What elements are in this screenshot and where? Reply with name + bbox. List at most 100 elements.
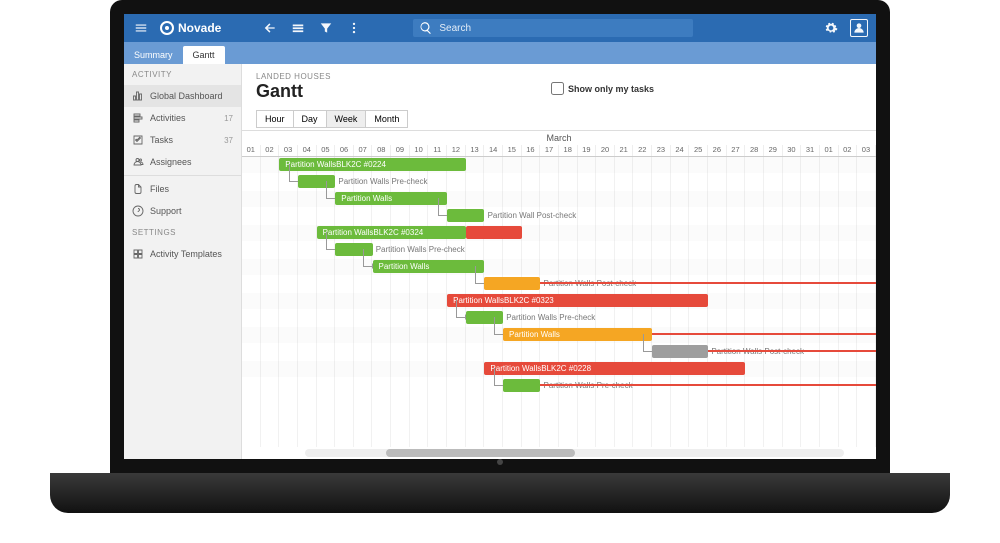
- tasks-icon: [132, 134, 144, 146]
- gantt-bar[interactable]: [503, 379, 540, 392]
- gantt-bar-label: Partition Walls Pre-check: [338, 175, 427, 188]
- day-21: 21: [615, 145, 634, 156]
- files-icon: [132, 183, 144, 195]
- stack-button[interactable]: [289, 19, 307, 37]
- brand-name: Novade: [178, 21, 221, 35]
- day-23: 23: [652, 145, 671, 156]
- show-only-my-tasks[interactable]: Show only my tasks: [551, 82, 654, 95]
- gantt-bar-label: Partition Wall Post-check: [488, 209, 577, 222]
- sidebar-item-support[interactable]: Support: [124, 200, 241, 222]
- day-11: 11: [428, 145, 447, 156]
- sidebar-section-activity: ACTIVITY: [124, 64, 241, 85]
- zoom-day[interactable]: Day: [294, 110, 327, 128]
- sidebar-divider: [124, 175, 241, 176]
- day-15: 15: [503, 145, 522, 156]
- user-icon: [852, 21, 866, 35]
- filter-button[interactable]: [317, 19, 335, 37]
- gantt-row: Partition WallsBLK2C #0224: [242, 157, 876, 173]
- day-26: 26: [708, 145, 727, 156]
- day-18: 18: [559, 145, 578, 156]
- day-03: 03: [279, 145, 298, 156]
- gantt-chart[interactable]: March 0102030405060708091011121314151617…: [242, 130, 876, 459]
- day-29: 29: [764, 145, 783, 156]
- sidebar-item-count: 17: [224, 114, 233, 123]
- sidebar-item-label: Support: [150, 206, 182, 216]
- gantt-bar[interactable]: Partition WallsBLK2C #0323: [447, 294, 708, 307]
- day-02: 02: [261, 145, 280, 156]
- gantt-bar[interactable]: Partition WallsBLK2C #0324: [317, 226, 466, 239]
- day-13: 13: [466, 145, 485, 156]
- account-button[interactable]: [850, 19, 868, 37]
- menu-button[interactable]: [132, 19, 150, 37]
- show-only-checkbox[interactable]: [551, 82, 564, 95]
- sidebar-item-label: Activity Templates: [150, 249, 222, 259]
- gantt-month-label: March: [546, 133, 571, 143]
- zoom-month[interactable]: Month: [366, 110, 408, 128]
- gantt-bar[interactable]: Partition WallsBLK2C #0228: [484, 362, 745, 375]
- overdue-line: [652, 333, 876, 335]
- gantt-bar[interactable]: [652, 345, 708, 358]
- gantt-row: Partition Wall Post-check: [242, 208, 876, 224]
- gantt-bar[interactable]: [484, 277, 540, 290]
- gantt-bar[interactable]: [466, 226, 522, 239]
- sidebar-item-label: Files: [150, 184, 169, 194]
- gantt-bar-label: Partition Walls Pre-check: [506, 311, 595, 324]
- day-04: 04: [298, 145, 317, 156]
- gantt-row: Partition Walls Pre-check: [242, 310, 876, 326]
- day-01: 01: [242, 145, 261, 156]
- zoom-week[interactable]: Week: [327, 110, 367, 128]
- tab-summary[interactable]: Summary: [124, 46, 183, 64]
- gear-icon: [824, 21, 838, 35]
- gantt-row: Partition Walls Post-check: [242, 276, 876, 292]
- support-icon: [132, 205, 144, 217]
- brand-logo[interactable]: Novade: [160, 21, 221, 35]
- zoom-hour[interactable]: Hour: [256, 110, 294, 128]
- day-22: 22: [633, 145, 652, 156]
- dashboard-icon: [132, 90, 144, 102]
- filter-icon: [319, 21, 333, 35]
- gantt-bar[interactable]: Partition Walls: [503, 328, 652, 341]
- day-31: 31: [801, 145, 820, 156]
- sidebar-item-label: Activities: [150, 113, 186, 123]
- hamburger-icon: [134, 21, 148, 35]
- search-input[interactable]: [439, 23, 687, 34]
- templates-icon: [132, 248, 144, 260]
- gantt-bar[interactable]: Partition WallsBLK2C #0224: [279, 158, 465, 171]
- sidebar-item-files[interactable]: Files: [124, 178, 241, 200]
- search-icon: [419, 21, 433, 35]
- day-08: 08: [372, 145, 391, 156]
- more-button[interactable]: [345, 19, 363, 37]
- overdue-line: [540, 384, 876, 386]
- assignees-icon: [132, 156, 144, 168]
- show-only-label: Show only my tasks: [568, 84, 654, 94]
- dots-vertical-icon: [347, 21, 361, 35]
- gantt-horizontal-scrollbar[interactable]: [305, 449, 844, 457]
- sidebar-item-tasks[interactable]: Tasks37: [124, 129, 241, 151]
- back-button[interactable]: [261, 19, 279, 37]
- day-17: 17: [540, 145, 559, 156]
- gantt-bar[interactable]: [447, 209, 484, 222]
- overdue-line: [540, 282, 876, 284]
- sidebar-item-assignees[interactable]: Assignees: [124, 151, 241, 173]
- scrollbar-thumb[interactable]: [386, 449, 575, 457]
- sidebar: ACTIVITY Global Dashboard Activities 17 Tas…: [124, 64, 242, 459]
- sidebar-item-activity-templates[interactable]: Activity Templates: [124, 243, 241, 265]
- gantt-bar[interactable]: Partition Walls: [373, 260, 485, 273]
- search-box[interactable]: [413, 19, 693, 37]
- tab-gantt[interactable]: Gantt: [183, 46, 225, 64]
- sidebar-item-label: Global Dashboard: [150, 91, 223, 101]
- sidebar-item-activities[interactable]: Activities 17: [124, 107, 241, 129]
- gantt-bar-label: Partition Walls Pre-check: [376, 243, 465, 256]
- day-09: 09: [391, 145, 410, 156]
- day-25: 25: [689, 145, 708, 156]
- gantt-row: Partition Walls Pre-check: [242, 378, 876, 394]
- day-05: 05: [317, 145, 336, 156]
- day-02: 02: [839, 145, 858, 156]
- day-12: 12: [447, 145, 466, 156]
- day-27: 27: [727, 145, 746, 156]
- gantt-row: Partition Walls: [242, 327, 876, 343]
- settings-button[interactable]: [822, 19, 840, 37]
- gantt-bar[interactable]: Partition Walls: [335, 192, 447, 205]
- sidebar-item-global-dashboard[interactable]: Global Dashboard: [124, 85, 241, 107]
- day-10: 10: [410, 145, 429, 156]
